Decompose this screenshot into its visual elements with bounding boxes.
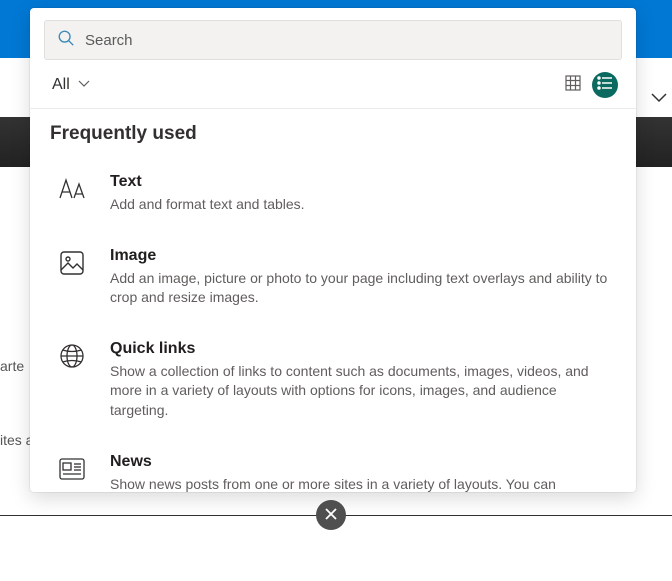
- close-button[interactable]: [316, 500, 346, 530]
- webpart-item-news[interactable]: News Show news posts from one or more si…: [50, 443, 616, 492]
- category-filter-dropdown[interactable]: All: [52, 76, 90, 94]
- item-body: Text Add and format text and tables.: [110, 173, 616, 215]
- item-desc: Add an image, picture or photo to your p…: [110, 269, 616, 308]
- bg-text-fragment: arte: [0, 358, 24, 374]
- bg-text-fragment: ites a: [0, 432, 33, 448]
- item-body: News Show news posts from one or more si…: [110, 453, 616, 492]
- search-input[interactable]: [85, 32, 609, 49]
- webpart-item-image[interactable]: Image Add an image, picture or photo to …: [50, 237, 616, 330]
- list-icon: [597, 76, 613, 95]
- item-title: Text: [110, 173, 616, 191]
- close-icon: [325, 507, 337, 523]
- webpart-list-scroll[interactable]: Frequently used Text Add and format text…: [30, 109, 636, 492]
- chevron-down-icon[interactable]: [650, 90, 668, 109]
- search-box[interactable]: [44, 20, 622, 60]
- item-title: Image: [110, 247, 616, 265]
- grid-icon: [565, 75, 581, 96]
- item-title: Quick links: [110, 340, 616, 358]
- item-title: News: [110, 453, 616, 471]
- item-body: Quick links Show a collection of links t…: [110, 340, 616, 421]
- grid-view-button[interactable]: [560, 72, 586, 98]
- webpart-picker-popover: All Frequently used T: [30, 8, 636, 492]
- news-icon: [56, 453, 88, 485]
- section-title: Frequently used: [50, 123, 616, 145]
- item-body: Image Add an image, picture or photo to …: [110, 247, 616, 308]
- text-icon: [56, 173, 88, 205]
- view-toggles: [560, 72, 618, 98]
- item-desc: Show news posts from one or more sites i…: [110, 475, 616, 492]
- item-desc: Show a collection of links to content su…: [110, 362, 616, 421]
- search-icon: [57, 29, 75, 52]
- list-view-button[interactable]: [592, 72, 618, 98]
- filter-label: All: [52, 76, 70, 94]
- globe-icon: [56, 340, 88, 372]
- image-icon: [56, 247, 88, 279]
- filter-row: All: [30, 66, 636, 109]
- webpart-item-text[interactable]: Text Add and format text and tables.: [50, 163, 616, 237]
- search-wrap: [30, 8, 636, 66]
- webpart-item-quicklinks[interactable]: Quick links Show a collection of links t…: [50, 330, 616, 443]
- chevron-down-icon: [78, 76, 90, 94]
- item-desc: Add and format text and tables.: [110, 195, 616, 215]
